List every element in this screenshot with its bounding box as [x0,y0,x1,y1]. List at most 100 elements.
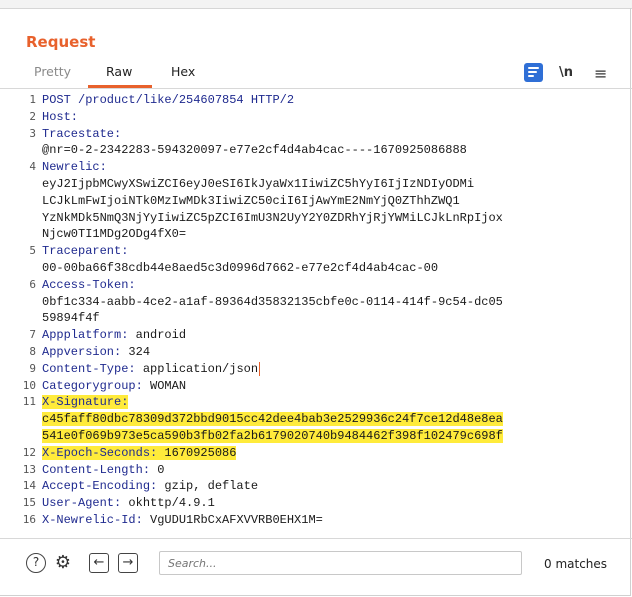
code-line: 11 X-Signature: [0,394,626,411]
header-value: c45faff80dbc78309d372bbd9015cc42dee4bab3… [42,412,503,427]
header-name: Newrelic: [42,160,107,175]
header-name: Tracestate: [42,126,122,141]
line-number: 9 [29,361,36,375]
search-bar: ? ⚙ ← → 0 matches [0,545,632,585]
header-name: Categorygroup: [42,378,143,393]
code-line: 6 Access-Token: [0,277,626,294]
code-text: LCJkLmFwIjoiNTk0MzIwMDk3IiwiZC50ciI6IjAw… [42,194,460,208]
code-line: Njcw0TI1MDg2ODg4fX0= [0,226,626,243]
header-name: Access-Token: [42,277,136,292]
code-line: eyJ2IjpbMCwyXSwiZCI6eyJ0eSI6IkJyaWx1Iiwi… [0,176,626,193]
menu-icon[interactable]: ≡ [594,64,607,83]
line-number: 16 [22,512,36,526]
line-number: 2 [29,109,36,123]
code-line: 14 Accept-Encoding: gzip, deflate [0,478,626,495]
header-value: 324 [121,344,151,359]
header-name: Content-Type: [42,361,136,376]
header-value: Njcw0TI1MDg2ODg4fX0= [42,227,187,242]
line-number: 7 [29,328,36,342]
code-line: 7 Appplatform: android [0,327,626,344]
line-number: 15 [22,496,36,510]
code-line: 00-00ba66f38cdb44e8aed5c3d0996d7662-e77e… [0,260,626,277]
line-number: 1 [29,93,36,106]
code-line: YzNkMDk5NmQ3NjYyIiwiZC5pZCI6ImU3N2UyY2Y0… [0,210,626,227]
line-number: 8 [29,344,36,358]
code-text: Appplatform: android [42,328,186,342]
word-wrap-icon[interactable] [524,63,543,82]
header-value: 0bf1c334-aabb-4ce2-a1af-89364d35832135cb… [42,294,503,309]
code-text: X-Epoch-Seconds: 1670925086 [42,445,237,460]
header-value: eyJ2IjpbMCwyXSwiZCI6eyJ0eSI6IkJyaWx1Iiwi… [42,176,475,191]
code-text: Host: [42,110,78,124]
header-name: Content-Length: [42,462,151,477]
header-name: POST /product/like/254607854 HTTP/2 [42,93,295,107]
match-count: 0 matches [544,557,608,571]
header-value: 00-00ba66f38cdb44e8aed5c3d0996d7662-e77e… [42,260,439,275]
header-value: @nr=0-2-2342283-594320097-e77e2cf4d4ab4c… [42,143,467,158]
code-line: 3 Tracestate: [0,126,626,143]
header-name: Traceparent: [42,244,129,259]
code-text: Content-Type: application/json [42,361,261,376]
panel-title: Request [26,33,96,51]
code-line: 1 POST /product/like/254607854 HTTP/2 [0,92,626,109]
tab-hex[interactable]: Hex [171,64,195,79]
show-newlines-button[interactable]: \n [559,65,573,80]
line-number: 5 [29,244,36,258]
code-line: LCJkLmFwIjoiNTk0MzIwMDk3IiwiZC50ciI6IjAw… [0,193,626,210]
code-text: Categorygroup: WOMAN [42,379,186,393]
code-line: 4 Newrelic: [0,159,626,176]
help-icon[interactable]: ? [26,553,46,573]
code-line: 541e0f069b973e5ca590b3fb02fa2b6179020740… [0,428,626,445]
search-input[interactable] [168,557,513,570]
previous-match-icon[interactable]: ← [89,553,109,573]
code-text: X-Signature: [42,395,129,410]
code-text: Njcw0TI1MDg2ODg4fX0= [42,227,186,241]
code-text: X-Newrelic-Id: VgUDU1RbCxAFXVVRB0EHX1M= [42,513,323,527]
tab-raw[interactable]: Raw [106,64,132,79]
code-text: Appversion: 324 [42,345,150,359]
code-line: 9 Content-Type: application/json [0,361,626,378]
next-match-icon[interactable]: → [118,553,138,573]
code-text: Content-Length: 0 [42,463,164,477]
line-number: 3 [29,126,36,140]
code-text: User-Agent: okhttp/4.9.1 [42,496,215,510]
code-text: eyJ2IjpbMCwyXSwiZCI6eyJ0eSI6IkJyaWx1Iiwi… [42,177,474,191]
code-line: c45faff80dbc78309d372bbd9015cc42dee4bab3… [0,411,626,428]
line-number: 12 [22,445,36,459]
code-text: Tracestate: [42,127,121,141]
code-line: 0bf1c334-aabb-4ce2-a1af-89364d35832135cb… [0,294,626,311]
header-value: gzip, deflate [157,479,259,494]
text-cursor [259,361,261,376]
search-field[interactable] [159,551,522,575]
code-text: @nr=0-2-2342283-594320097-e77e2cf4d4ab4c… [42,143,467,157]
code-line: 2 Host: [0,109,626,126]
tabs-divider [0,88,632,89]
line-number: 13 [22,462,36,476]
header-name: Accept-Encoding: [42,479,158,494]
code-line: 16 X-Newrelic-Id: VgUDU1RbCxAFXVVRB0EHX1M… [0,512,626,529]
code-line: 15 User-Agent: okhttp/4.9.1 [0,495,626,512]
code-line: 10 Categorygroup: WOMAN [0,378,626,395]
code-text: YzNkMDk5NmQ3NjYyIiwiZC5pZCI6ImU3N2UyY2Y0… [42,211,503,225]
code-text: 00-00ba66f38cdb44e8aed5c3d0996d7662-e77e… [42,261,438,275]
code-text: 0bf1c334-aabb-4ce2-a1af-89364d35832135cb… [42,295,503,309]
code-line: 5 Traceparent: [0,243,626,260]
header-value: application/json [135,361,259,376]
code-line: 59894f4f [0,310,626,327]
header-name: X-Newrelic-Id: [42,512,143,527]
line-number: 10 [22,378,36,392]
line-number: 6 [29,277,36,291]
code-line: 13 Content-Length: 0 [0,462,626,479]
code-text: Accept-Encoding: gzip, deflate [42,479,258,493]
line-number: 11 [22,395,36,409]
header-value: 1670925086 [157,445,237,460]
header-name: User-Agent: [42,496,122,511]
tab-pretty[interactable]: Pretty [34,64,71,79]
header-value: 0 [150,462,165,477]
gear-icon[interactable]: ⚙ [53,553,73,573]
code-text: Traceparent: [42,244,128,258]
code-text: c45faff80dbc78309d372bbd9015cc42dee4bab3… [42,412,503,427]
raw-editor[interactable]: 1 POST /product/like/254607854 HTTP/2 2 Hos… [0,92,626,538]
code-text: POST /product/like/254607854 HTTP/2 [42,93,294,107]
line-number: 4 [29,160,36,174]
